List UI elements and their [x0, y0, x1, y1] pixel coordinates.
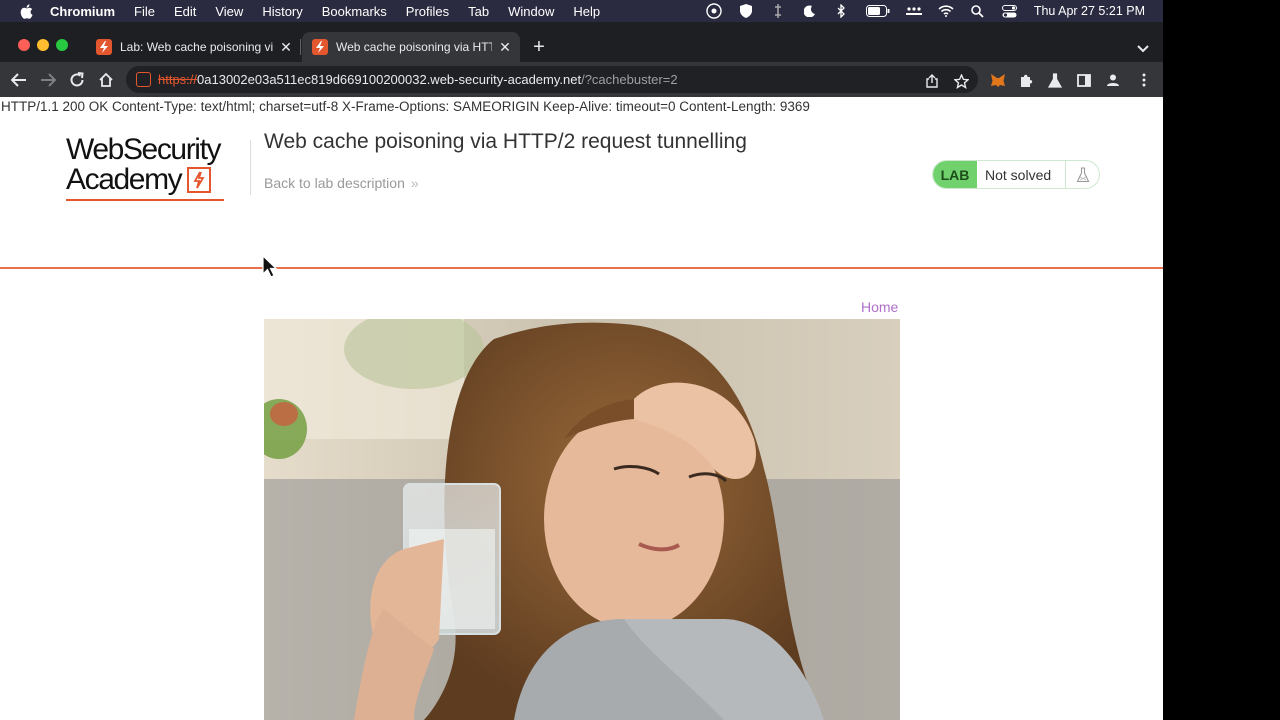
menu-window[interactable]: Window [508, 4, 554, 19]
tab-title: Lab: Web cache poisoning via HTTP/2 requ… [120, 40, 273, 54]
screen: Chromium File Edit View History Bookmark… [0, 0, 1280, 720]
screen-bezel [1163, 0, 1280, 720]
header-divider [250, 140, 251, 195]
lab-title: Web cache poisoning via HTTP/2 request t… [264, 130, 747, 153]
menu-profiles[interactable]: Profiles [406, 4, 449, 19]
wifi-icon[interactable] [938, 4, 954, 18]
browser-window: Lab: Web cache poisoning via HTTP/2 requ… [0, 22, 1163, 720]
labs-flask-icon[interactable] [1045, 70, 1065, 90]
new-tab-button[interactable]: + [530, 37, 548, 57]
lab-status-widget: LAB Not solved [932, 160, 1100, 189]
mouse-cursor-icon [262, 255, 278, 278]
menu-bookmarks[interactable]: Bookmarks [322, 4, 387, 19]
tab-strip: Lab: Web cache poisoning via HTTP/2 requ… [0, 22, 1163, 62]
battery-icon[interactable] [865, 4, 890, 18]
home-icon[interactable] [96, 70, 116, 90]
window-minimize-button[interactable] [37, 39, 49, 51]
url-scheme: https:// [158, 72, 198, 87]
menu-history[interactable]: History [262, 4, 302, 19]
menu-file[interactable]: File [134, 4, 155, 19]
back-arrow-icon[interactable] [9, 70, 29, 90]
raw-http-response-headers: HTTP/1.1 200 OK Content-Type: text/html;… [1, 99, 810, 114]
menu-help[interactable]: Help [573, 4, 600, 19]
portswigger-favicon-icon [312, 39, 328, 55]
browser-menu-kebab-icon[interactable] [1134, 70, 1154, 90]
flask-icon [1065, 161, 1099, 188]
tab-separator [300, 39, 301, 55]
tab-search-chevron-icon[interactable] [1137, 40, 1151, 54]
site-info-icon[interactable] [136, 72, 151, 87]
bluetooth-icon[interactable] [834, 4, 850, 18]
cloud-icon[interactable] [770, 4, 786, 18]
reload-icon[interactable] [67, 70, 87, 90]
url-text[interactable]: https://0a13002e03a511ec819d669100200032… [158, 72, 678, 87]
shield-icon[interactable] [738, 4, 754, 18]
address-bar[interactable]: https://0a13002e03a511ec819d669100200032… [126, 66, 978, 93]
tab-close-icon[interactable]: ✕ [277, 38, 295, 56]
control-center-icon[interactable] [1002, 4, 1018, 18]
window-close-button[interactable] [18, 39, 30, 51]
tab-lab-page[interactable]: Web cache poisoning via HTTP/2 request t… [302, 32, 520, 62]
tab-lab-description[interactable]: Lab: Web cache poisoning via HTTP/2 requ… [86, 32, 301, 62]
back-link-label: Back to lab description [264, 175, 405, 191]
menu-edit[interactable]: Edit [174, 4, 196, 19]
macos-menu-bar: Chromium File Edit View History Bookmark… [0, 0, 1163, 22]
web-security-academy-logo[interactable]: WebSecurity Academy [66, 135, 251, 201]
share-icon[interactable] [924, 73, 940, 89]
menu-bar-status-area: Thu Apr 27 5:21 PM [690, 0, 1145, 22]
logo-text-line1: WebSecurity [66, 133, 222, 166]
woman-with-headache-photo [264, 319, 900, 720]
url-host: 0a13002e03a511ec819d669100200032.web-sec… [197, 72, 582, 87]
lab-badge: LAB [933, 161, 977, 188]
logo-line2: Academy [66, 165, 251, 195]
blog-post-image[interactable] [264, 319, 900, 720]
double-chevron-right-icon: » [410, 175, 419, 191]
back-to-lab-description-link[interactable]: Back to lab description » [264, 175, 419, 191]
logo-bolt-icon [187, 167, 212, 193]
moon-icon[interactable] [802, 4, 818, 18]
menu-tab[interactable]: Tab [468, 4, 489, 19]
side-panel-icon[interactable] [1074, 70, 1094, 90]
header-rule [0, 267, 1163, 269]
spotlight-icon[interactable] [970, 4, 986, 18]
home-link[interactable]: Home [861, 299, 898, 315]
window-zoom-button[interactable] [56, 39, 68, 51]
lab-status-text: Not solved [985, 166, 1052, 183]
web-page: HTTP/1.1 200 OK Content-Type: text/html;… [0, 97, 1163, 720]
logo-underline [66, 199, 224, 201]
apple-menu-icon[interactable] [18, 0, 34, 22]
bookmark-star-icon[interactable] [953, 73, 969, 89]
extensions-puzzle-icon[interactable] [1016, 70, 1036, 90]
menu-app-name[interactable]: Chromium [50, 4, 115, 19]
menu-bar-clock[interactable]: Thu Apr 27 5:21 PM [1034, 4, 1145, 18]
user-activity-icon[interactable] [905, 4, 922, 18]
forward-arrow-icon[interactable] [38, 70, 58, 90]
tab-close-icon[interactable]: ✕ [496, 38, 514, 56]
metamask-extension-icon[interactable] [988, 70, 1008, 90]
camera-icon[interactable] [706, 3, 722, 19]
url-path: /?cachebuster=2 [581, 72, 678, 87]
portswigger-favicon-icon [96, 39, 112, 55]
logo-text-line2: Academy [66, 163, 183, 196]
profile-avatar-icon[interactable] [1103, 70, 1123, 90]
browser-toolbar: https://0a13002e03a511ec819d669100200032… [0, 62, 1163, 97]
tab-title: Web cache poisoning via HTTP/2 request t… [336, 40, 492, 54]
menu-view[interactable]: View [215, 4, 243, 19]
